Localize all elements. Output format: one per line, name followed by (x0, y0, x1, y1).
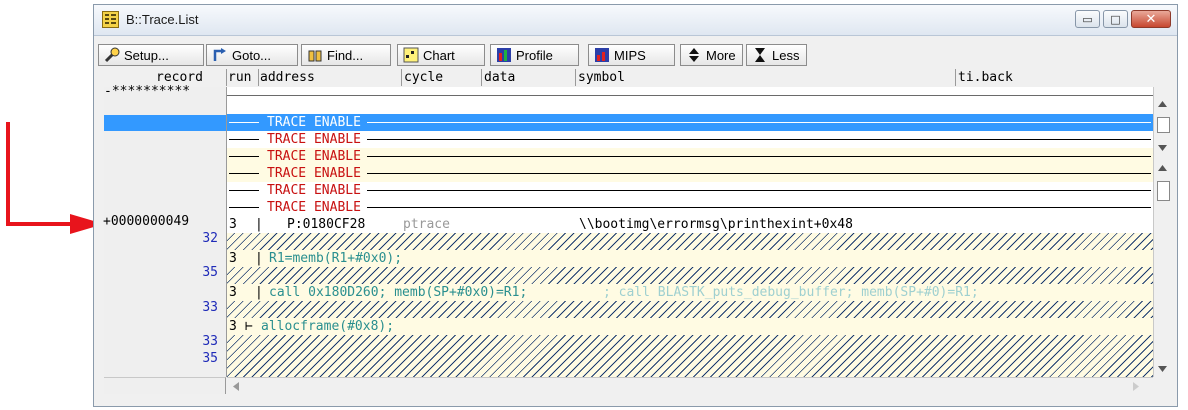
profile-button[interactable]: Profile (490, 44, 579, 66)
goto-button[interactable]: Goto... (206, 44, 298, 66)
scroll-up-icon[interactable] (1158, 101, 1167, 107)
code-line-row[interactable]: 3 | call 0x180D260; memb(SP+#0x0)=R1; ; … (227, 284, 1153, 301)
window-title: B::Trace.List (126, 12, 199, 27)
code-text: allocframe(#0x8); (261, 319, 395, 334)
code-text: R1=memb(R1+#0x0); (269, 251, 403, 266)
trace-symbol: \\bootimg\errormsg\printhexint+0x48 (579, 217, 853, 232)
col-tiback[interactable]: ti.back (958, 70, 1013, 85)
trace-run: 3 (229, 217, 237, 232)
mips-label: MIPS (614, 47, 646, 63)
binoculars-icon (308, 50, 322, 62)
trace-enable-label: TRACE ENABLE (267, 149, 361, 164)
trace-record-number[interactable]: +0000000049 (103, 214, 189, 229)
scroll-left-icon[interactable] (233, 382, 239, 391)
chart-button[interactable]: Chart (397, 44, 485, 66)
hatched-region (227, 233, 1153, 250)
code-line-row[interactable]: 3 | R1=memb(R1+#0x0); (227, 250, 1153, 267)
trace-enable-row[interactable]: TRACE ENABLE (227, 114, 1153, 131)
source-line-number: 32 (202, 231, 218, 246)
trace-enable-label: TRACE ENABLE (267, 132, 361, 147)
scroll-down-icon[interactable] (1158, 145, 1167, 151)
source-line-number: 35 (202, 265, 218, 280)
status-corner (104, 377, 226, 394)
source-line-number: 33 (202, 334, 218, 349)
trace-enable-label: TRACE ENABLE (267, 115, 361, 130)
goto-icon (213, 48, 226, 61)
column-header-bar: record run address cycle data symbol ti.… (94, 69, 1177, 86)
close-button[interactable]: ✕ (1131, 10, 1171, 28)
hatched-region (227, 267, 1153, 284)
chart-label: Chart (423, 47, 455, 63)
column-divider[interactable] (955, 69, 956, 86)
hourglass-arrows-icon (755, 48, 765, 62)
maximize-icon: □ (1110, 12, 1121, 26)
horizontal-scrollbar[interactable] (227, 377, 1153, 394)
toolbar: Setup... Goto... Find... Chart Profile M… (94, 44, 1177, 68)
source-line-number: 35 (202, 351, 218, 366)
trace-enable-row[interactable]: TRACE ENABLE (227, 131, 1153, 148)
find-button[interactable]: Find... (301, 44, 391, 66)
less-button[interactable]: Less (746, 44, 807, 66)
code-comment: ; call BLASTK_puts_debug_buffer; memb(SP… (603, 285, 979, 300)
column-divider[interactable] (226, 69, 227, 86)
hatched-region (227, 301, 1153, 318)
selected-record-cell[interactable] (104, 115, 226, 131)
goto-label: Goto... (232, 47, 272, 63)
less-label: Less (772, 47, 800, 63)
profile-label: Profile (516, 47, 553, 63)
trace-record-row[interactable]: 3 | P:0180CF28 ptrace \\bootimg\errormsg… (227, 216, 1153, 233)
code-line-row[interactable]: 3 ⊢ allocframe(#0x8); (227, 318, 1153, 335)
more-button[interactable]: More (680, 44, 743, 66)
column-divider[interactable] (481, 69, 482, 86)
title-bar[interactable]: B::Trace.List ▭ □ ✕ (94, 5, 1177, 36)
minimize-icon: ▭ (1082, 12, 1093, 26)
scroll-up-icon[interactable] (1158, 165, 1167, 171)
trace-cycle: ptrace (403, 217, 450, 232)
wrench-icon (104, 47, 120, 63)
scroll-thumb[interactable] (1157, 181, 1170, 201)
minimize-button[interactable]: ▭ (1075, 10, 1100, 28)
up-down-arrows-icon (689, 48, 699, 62)
maximize-button[interactable]: □ (1103, 10, 1128, 28)
setup-button[interactable]: Setup... (98, 44, 204, 66)
mips-button[interactable]: MIPS (588, 44, 675, 66)
more-label: More (706, 47, 736, 63)
col-symbol[interactable]: symbol (578, 70, 625, 85)
column-divider[interactable] (575, 69, 576, 86)
find-label: Find... (327, 47, 364, 63)
hatched-region (227, 335, 1153, 377)
trace-address: P:0180CF28 (287, 217, 366, 232)
scroll-right-icon[interactable] (1133, 382, 1139, 391)
trace-enable-row[interactable]: TRACE ENABLE (227, 148, 1153, 165)
col-cycle[interactable]: cycle (404, 70, 443, 85)
code-text: call 0x180D260; memb(SP+#0x0)=R1; (269, 285, 528, 300)
trace-enable-row[interactable]: TRACE ENABLE (227, 182, 1153, 199)
mips-icon (595, 48, 609, 62)
scroll-down-icon[interactable] (1158, 366, 1167, 372)
trace-list-window: B::Trace.List ▭ □ ✕ Setup... Goto... Fin… (93, 4, 1178, 407)
profile-icon (497, 48, 511, 62)
record-column: -********** +0000000049 32 35 33 33 35 (103, 84, 227, 377)
col-record[interactable]: record (156, 70, 203, 85)
trace-enable-label: TRACE ENABLE (267, 183, 361, 198)
chart-icon (403, 47, 419, 63)
trace-list-pane[interactable]: TRACE ENABLE TRACE ENABLE TRACE ENABLE T… (227, 87, 1153, 377)
trace-enable-row[interactable]: TRACE ENABLE (227, 165, 1153, 182)
col-run[interactable]: run (228, 70, 251, 85)
trace-enable-label: TRACE ENABLE (267, 166, 361, 181)
source-line-number: 33 (202, 300, 218, 315)
vertical-scrollbar[interactable] (1153, 87, 1171, 377)
trace-list-app-icon (102, 11, 119, 28)
scroll-thumb[interactable] (1157, 117, 1170, 133)
col-address[interactable]: address (260, 70, 315, 85)
column-divider[interactable] (258, 69, 259, 86)
close-icon: ✕ (1145, 11, 1157, 27)
col-data[interactable]: data (484, 70, 515, 85)
column-divider[interactable] (401, 69, 402, 86)
trace-enable-row[interactable]: TRACE ENABLE (227, 199, 1153, 216)
setup-label: Setup... (124, 47, 169, 63)
record-header-value: -********** (104, 84, 191, 99)
trace-enable-label: TRACE ENABLE (267, 200, 361, 215)
